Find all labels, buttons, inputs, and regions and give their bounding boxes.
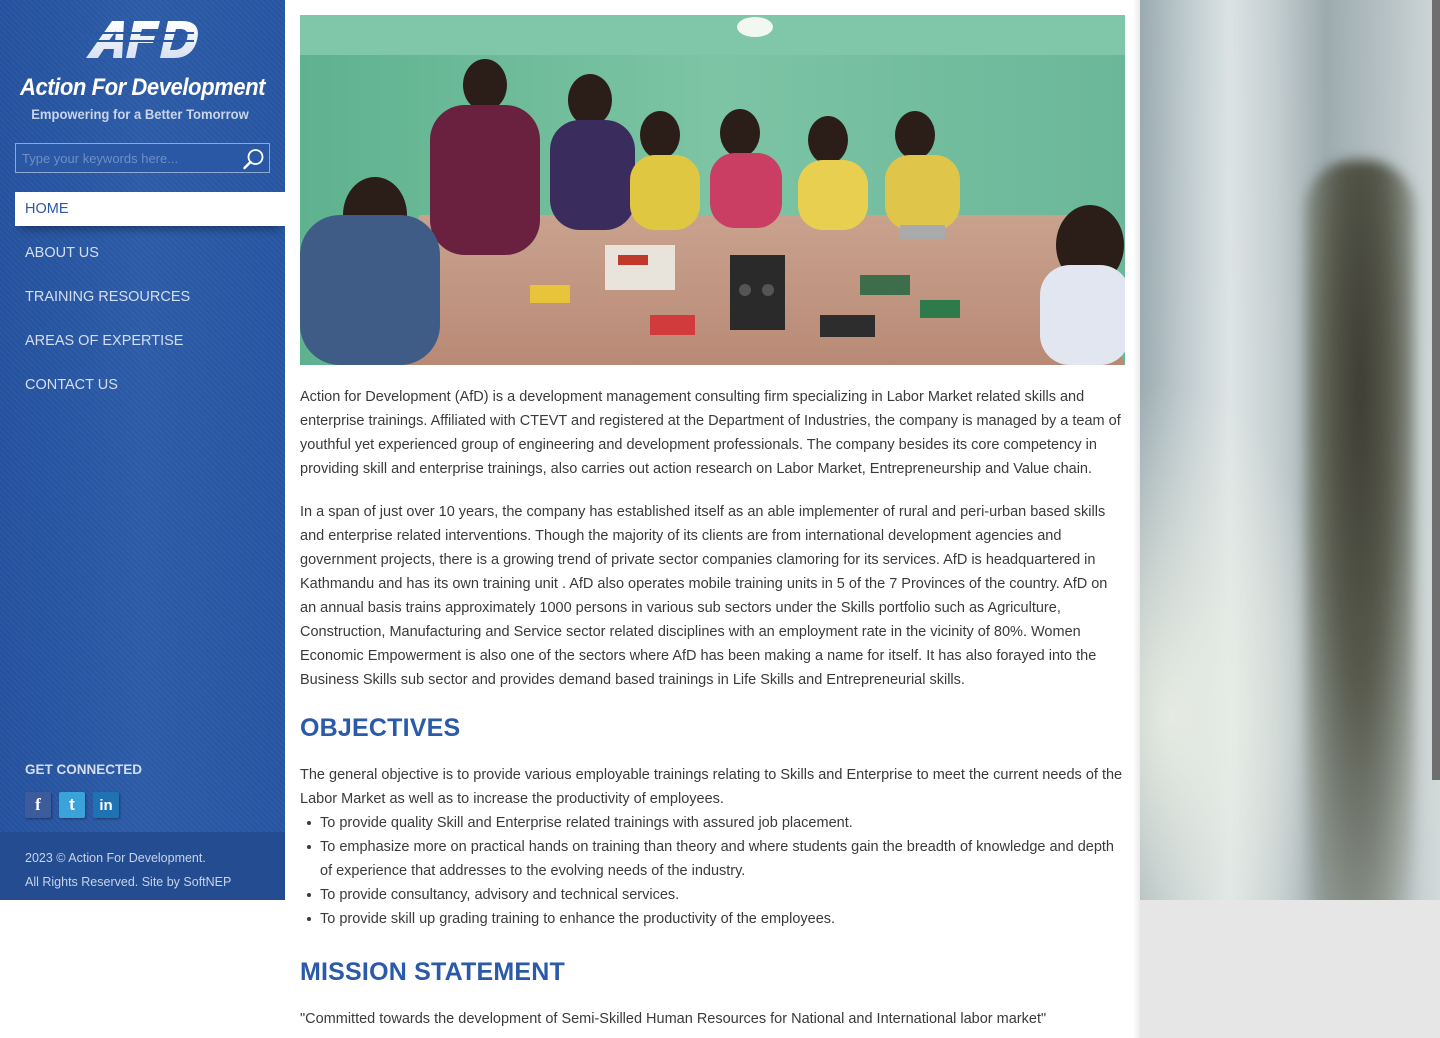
article: Action for Development (AfD) is a develo… <box>300 385 1125 1031</box>
sidebar-footer: 2023 © Action For Development. All Right… <box>0 832 285 900</box>
list-item: To provide consultancy, advisory and tec… <box>307 883 1125 907</box>
social-links: f t in <box>25 792 119 818</box>
rights-text[interactable]: All Rights Reserved. Site by SoftNEP <box>25 870 260 894</box>
get-connected-heading: GET CONNECTED <box>25 762 143 777</box>
brand-title: Action For Development <box>19 74 266 101</box>
main-nav: HOME ABOUT US TRAINING RESOURCES AREAS O… <box>15 192 285 412</box>
linkedin-icon[interactable]: in <box>93 792 119 818</box>
facebook-icon[interactable]: f <box>25 792 51 818</box>
objectives-intro: The general objective is to provide vari… <box>300 767 1123 807</box>
main-content: Action for Development (AfD) is a develo… <box>300 15 1125 1031</box>
search-box <box>15 143 270 173</box>
list-item: To provide quality Skill and Enterprise … <box>307 811 1125 835</box>
afd-logo[interactable] <box>82 18 200 62</box>
nav-item-contact-us[interactable]: CONTACT US <box>15 368 285 412</box>
nav-item-areas-of-expertise[interactable]: AREAS OF EXPERTISE <box>15 324 285 368</box>
objectives-list: To provide quality Skill and Enterprise … <box>300 811 1125 931</box>
objectives-heading: OBJECTIVES <box>300 714 461 742</box>
content-divider-shadow <box>1133 0 1140 1038</box>
page-background <box>1140 900 1440 1038</box>
intro-paragraph-1: Action for Development (AfD) is a develo… <box>300 389 1121 477</box>
list-item: To emphasize more on practical hands on … <box>307 835 1125 883</box>
intro-paragraph-2: In a span of just over 10 years, the com… <box>300 504 1108 688</box>
search-icon[interactable] <box>242 147 266 171</box>
twitter-icon[interactable]: t <box>59 792 85 818</box>
brand-tagline: Empowering for a Better Tomorrow <box>31 106 249 122</box>
mission-text: "Committed towards the development of Se… <box>300 1011 1047 1027</box>
mission-heading: MISSION STATEMENT <box>300 958 565 986</box>
sidebar: Action For Development Empowering for a … <box>0 0 285 900</box>
copyright-text: 2023 © Action For Development. <box>25 851 206 865</box>
nav-item-home[interactable]: HOME <box>15 192 285 226</box>
scrollbar[interactable] <box>1432 0 1440 780</box>
nav-item-about-us[interactable]: ABOUT US <box>15 236 285 280</box>
list-item: To provide skill up grading training to … <box>307 907 1125 931</box>
search-input[interactable] <box>16 144 240 172</box>
hero-image <box>300 15 1125 365</box>
background-photo-panel <box>1140 0 1440 900</box>
blurred-figure <box>1305 160 1415 900</box>
nav-item-training-resources[interactable]: TRAINING RESOURCES <box>15 280 285 324</box>
